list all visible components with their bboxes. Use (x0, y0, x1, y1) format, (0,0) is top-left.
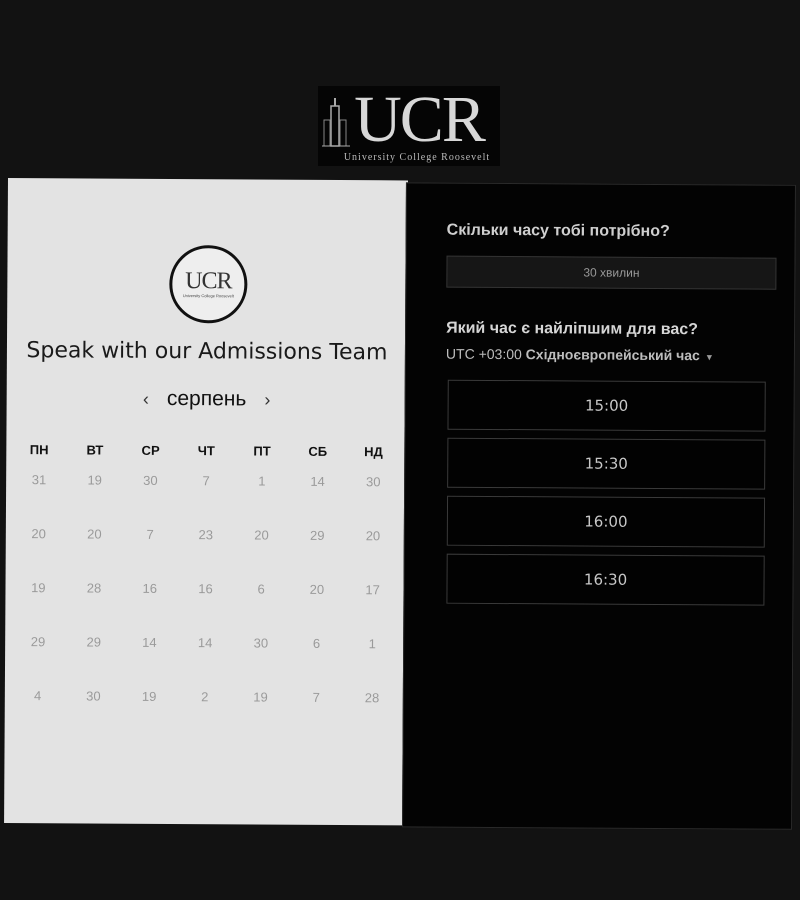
calendar-day[interactable]: 17 (344, 582, 400, 636)
logo-subtitle: University College Roosevelt (343, 151, 491, 163)
calendar-day[interactable]: 14 (289, 474, 345, 528)
scheduling-widget: UCR University College Roosevelt Speak w… (4, 178, 796, 833)
logo-text: UCR (354, 82, 486, 156)
booking-panel: Скільки часу тобі потрібно? 30 хвилин Як… (402, 182, 796, 830)
tower-icon (322, 98, 350, 147)
calendar-day[interactable]: 23 (178, 527, 234, 581)
duration-select[interactable]: 30 хвилин (446, 255, 777, 290)
calendar-day[interactable]: 19 (121, 689, 177, 743)
header-logo: UCR University College Roosevelt (318, 86, 500, 166)
calendar-day[interactable]: 20 (289, 582, 345, 636)
weekday-header: СР (141, 442, 160, 458)
calendar-day[interactable]: 19 (10, 580, 66, 634)
calendar-day[interactable]: 29 (289, 528, 345, 582)
calendar-day[interactable]: 30 (233, 635, 289, 689)
calendar-day[interactable]: 20 (66, 526, 122, 580)
page-title: Speak with our Admissions Team (26, 338, 388, 366)
calendar-day[interactable]: 7 (178, 473, 234, 527)
weekday-header: ЧТ (197, 443, 215, 459)
weekday-header: НД (364, 444, 383, 460)
prev-month-icon[interactable]: ‹ (139, 388, 153, 409)
calendar-day[interactable]: 16 (177, 581, 233, 635)
calendar-day[interactable]: 16 (122, 581, 178, 635)
calendar-day[interactable]: 28 (344, 690, 400, 744)
calendar-day[interactable]: 1 (344, 636, 400, 690)
calendar-day[interactable]: 20 (345, 528, 401, 582)
weekday-header: ПТ (253, 443, 271, 459)
next-month-icon[interactable]: › (260, 389, 274, 410)
calendar-grid: ПН ВТ СР ЧТ ПТ СБ НД 31 19 30 7 1 14 30 20 20 7 23 20 29 20 1… (10, 442, 402, 744)
weekday-header: ПН (29, 442, 49, 458)
timezone-name: Східноєвропейський час (525, 346, 700, 364)
time-slot-button[interactable]: 15:00 (447, 379, 766, 432)
calendar-day[interactable]: 6 (288, 636, 344, 690)
calendar-day[interactable]: 4 (10, 688, 66, 742)
weekday-header: СБ (308, 443, 328, 459)
calendar-day[interactable]: 29 (66, 634, 122, 688)
time-slot-list: 15:00 15:30 16:00 16:30 (446, 379, 766, 614)
month-label: серпень (166, 386, 247, 411)
calendar-day[interactable]: 28 (66, 580, 122, 634)
timezone-offset: UTC +03:00 (445, 345, 522, 363)
calendar-panel: UCR University College Roosevelt Speak w… (4, 178, 408, 826)
circle-logo-text: UCR (185, 268, 232, 295)
calendar-day[interactable]: 30 (65, 688, 121, 742)
weekday-header: ВТ (86, 442, 104, 458)
calendar-day[interactable]: 14 (121, 635, 177, 689)
time-slot-button[interactable]: 16:00 (446, 495, 766, 548)
calendar-day[interactable]: 20 (11, 526, 67, 580)
month-navigation: ‹ серпень › (7, 386, 407, 412)
calendar-day[interactable]: 2 (177, 689, 233, 743)
time-slot-button[interactable]: 15:30 (447, 437, 766, 490)
circle-logo-subtitle: University College Roosevelt (182, 293, 234, 299)
circle-logo: UCR University College Roosevelt (169, 244, 248, 324)
calendar-day[interactable]: 31 (11, 472, 67, 526)
timezone-selector[interactable]: UTC +03:00 Східноєвропейський час ▼ (446, 346, 714, 364)
calendar-day[interactable]: 20 (233, 527, 289, 581)
time-slot-button[interactable]: 16:30 (446, 553, 765, 606)
calendar-day[interactable]: 14 (177, 635, 233, 689)
calendar-day[interactable]: 19 (67, 472, 123, 526)
calendar-day[interactable]: 19 (232, 689, 288, 743)
time-question: Який час є найліпшим для вас? (446, 319, 698, 339)
calendar-day[interactable]: 29 (10, 634, 66, 688)
calendar-day[interactable]: 1 (234, 473, 290, 527)
calendar-day[interactable]: 30 (345, 474, 401, 528)
calendar-day[interactable]: 30 (122, 473, 178, 527)
calendar-day[interactable]: 6 (233, 581, 289, 635)
calendar-day[interactable]: 7 (122, 527, 178, 581)
caret-down-icon: ▼ (704, 352, 714, 363)
calendar-day[interactable]: 7 (288, 690, 344, 744)
duration-question: Скільки часу тобі потрібно? (446, 221, 670, 241)
